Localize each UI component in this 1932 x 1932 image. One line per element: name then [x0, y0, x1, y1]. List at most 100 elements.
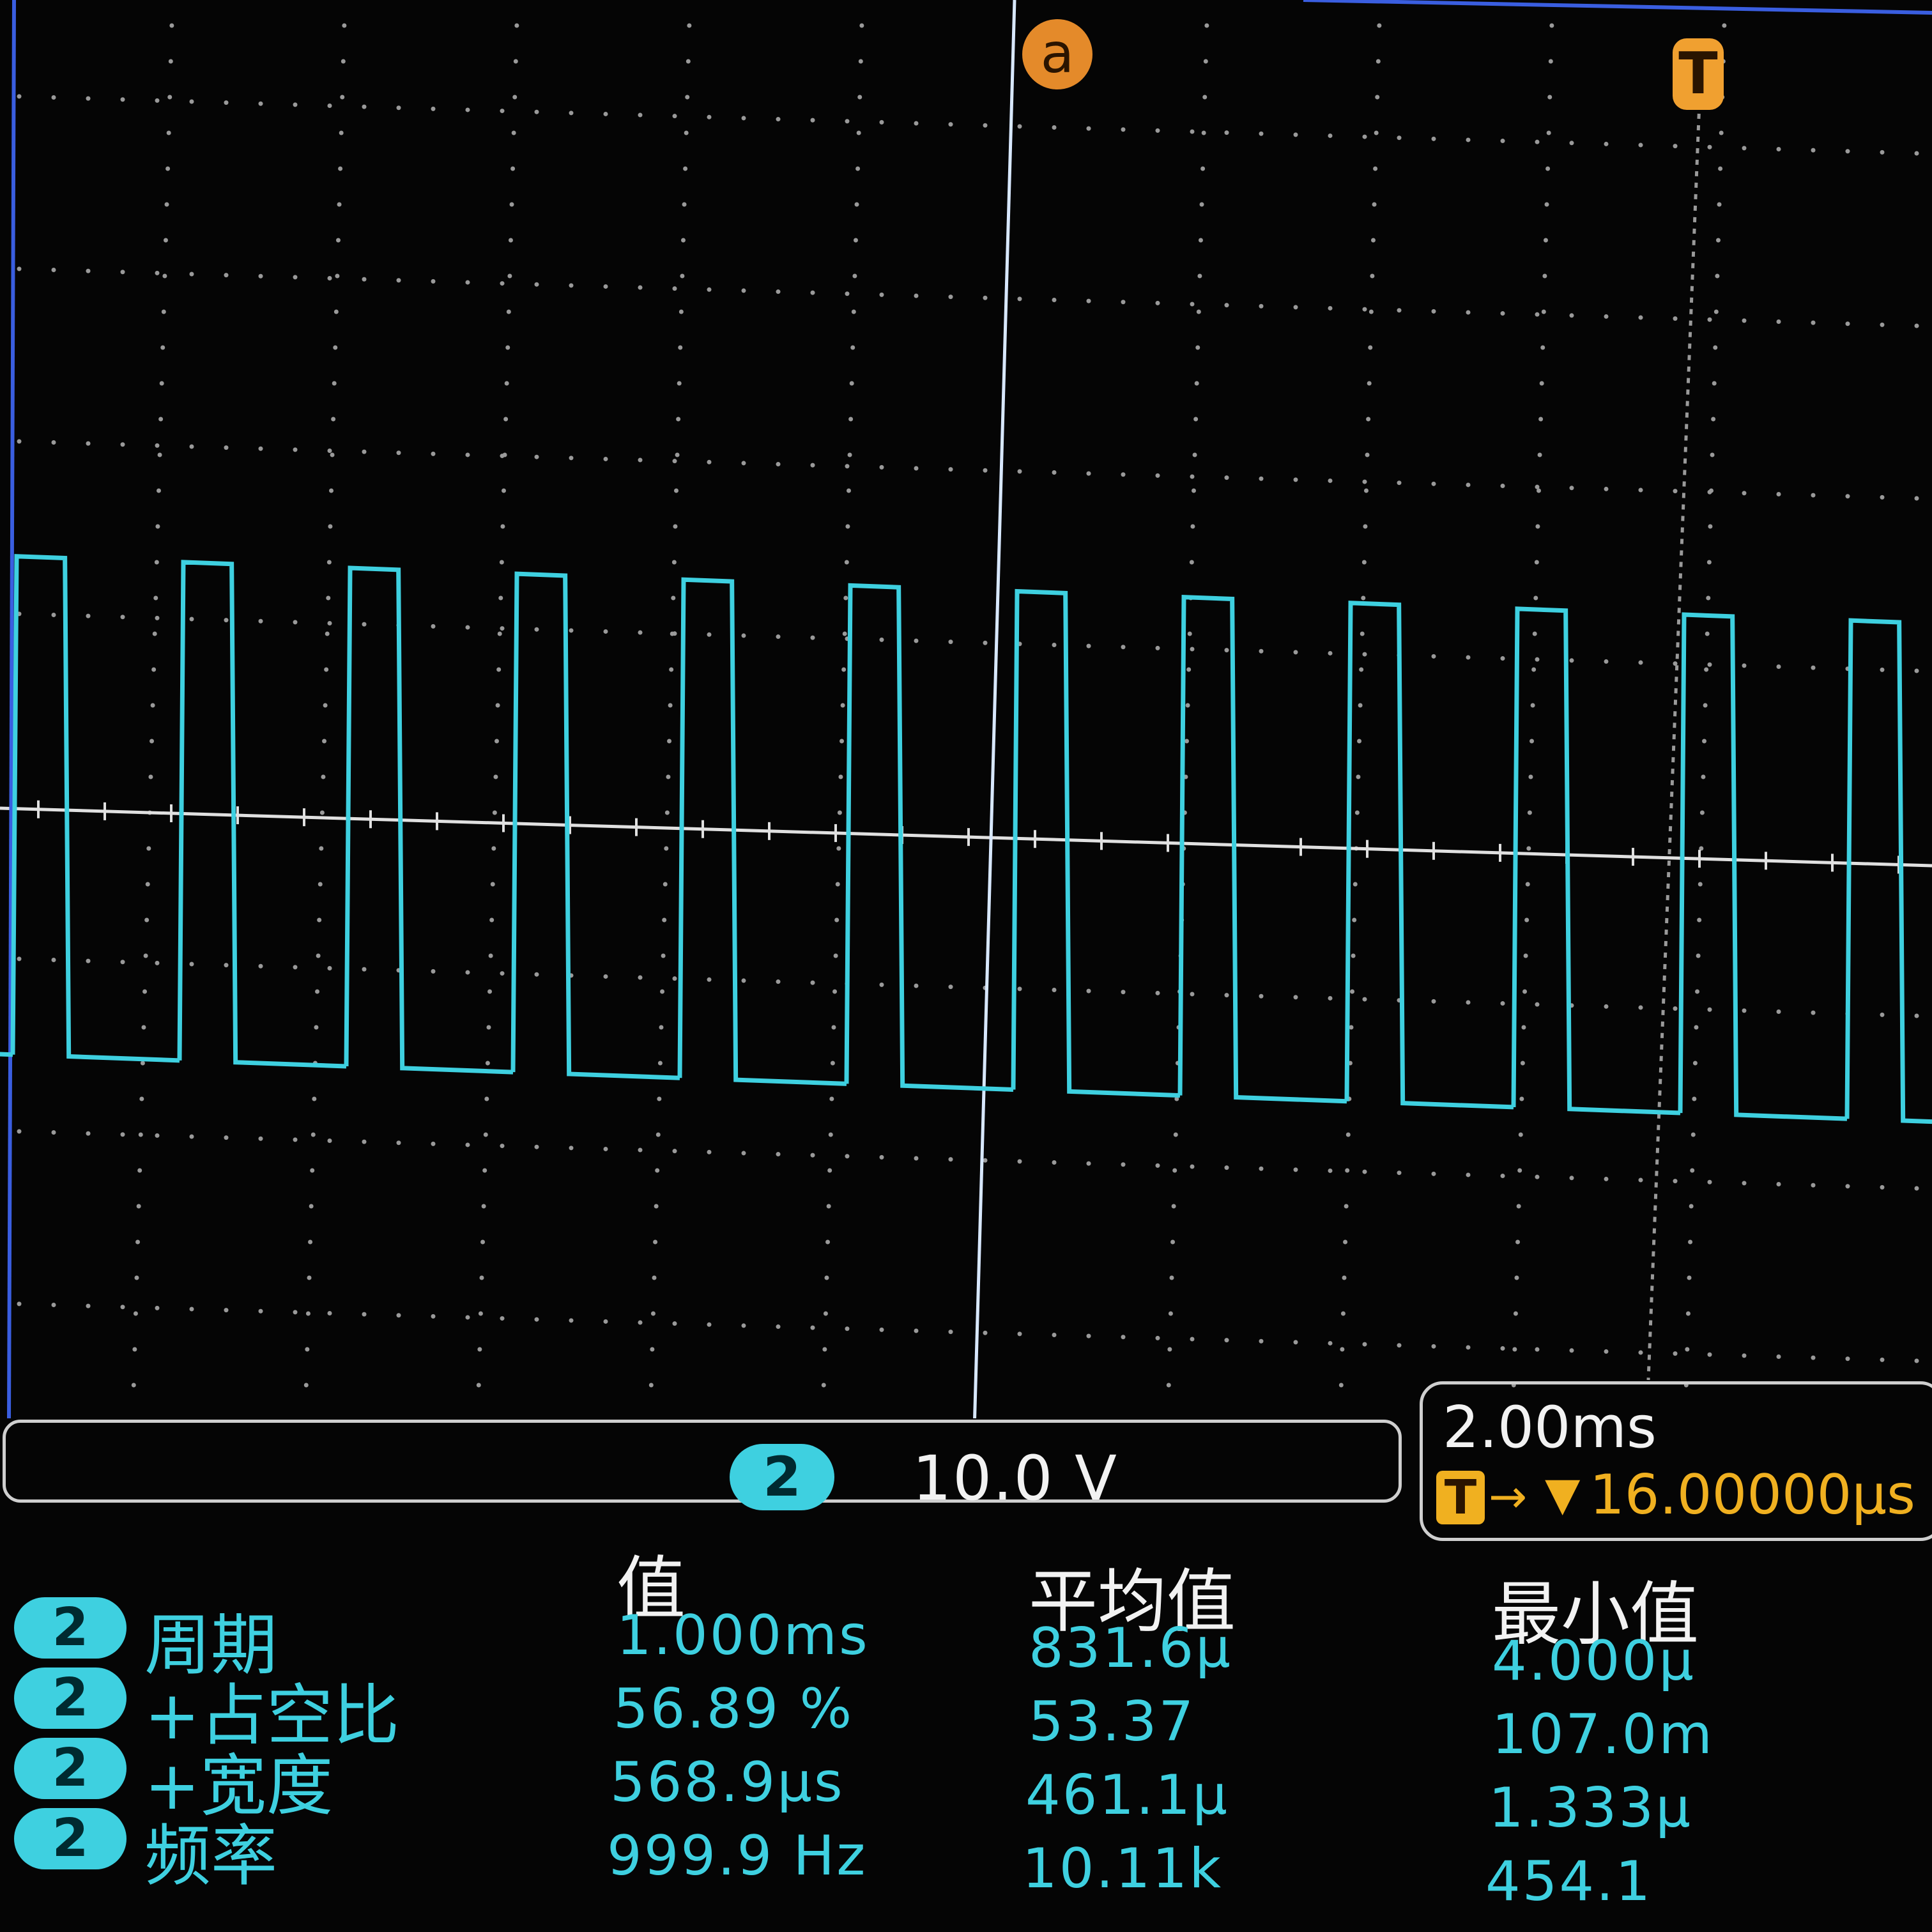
grid-dot — [484, 1096, 489, 1101]
grid-dot — [1345, 1168, 1350, 1173]
grid-dot — [828, 1132, 833, 1137]
channel-scale-box[interactable] — [3, 1420, 1402, 1503]
grid-dot — [327, 103, 332, 108]
grid-dot — [51, 1130, 56, 1135]
grid-dot — [1544, 202, 1549, 207]
grid-dot — [667, 739, 672, 744]
grid-dot — [677, 381, 682, 386]
grid-dot — [307, 1275, 312, 1280]
channel-2-trace — [0, 554, 1932, 1124]
grid-dot — [1373, 166, 1378, 171]
grid-dot — [1191, 488, 1196, 493]
grid-dot — [741, 633, 746, 638]
grid-dot — [1519, 1096, 1524, 1101]
grid-dot — [1224, 993, 1229, 998]
grid-dot — [1121, 127, 1126, 132]
cursor-a-marker[interactable]: a — [1022, 19, 1092, 89]
grid-dot — [305, 1311, 310, 1316]
grid-dot — [1703, 703, 1708, 708]
grid-dot — [849, 381, 854, 386]
grid-dot — [1713, 309, 1719, 314]
grid-dot — [776, 289, 781, 295]
grid-dot — [132, 1347, 137, 1352]
grid-dot — [1431, 999, 1436, 1004]
grid-dot — [86, 1303, 91, 1308]
grid-dot — [481, 1204, 486, 1209]
grid-dot — [293, 1137, 298, 1142]
grid-dot — [1776, 1354, 1781, 1360]
cell-mean: 461.1μ — [1025, 1763, 1229, 1827]
grid-dot — [1360, 631, 1365, 636]
grid-dot — [431, 1141, 436, 1146]
grid-dot — [879, 637, 884, 642]
grid-dot — [650, 1347, 655, 1352]
grid-dot — [1293, 650, 1298, 655]
grid-dot — [334, 309, 339, 314]
grid-dot — [638, 630, 643, 635]
grid-dot — [983, 640, 988, 645]
horizontal-center-axis — [0, 806, 1932, 868]
cell-min: 4.000μ — [1492, 1629, 1696, 1693]
cell-min: 107.0m — [1492, 1703, 1714, 1767]
grid-dot — [332, 381, 337, 386]
cursor-a-line[interactable] — [973, 0, 1016, 1418]
grid-dot — [652, 1275, 657, 1280]
grid-dot — [1362, 479, 1367, 484]
grid-dot — [1121, 300, 1126, 305]
grid-dot — [362, 622, 367, 627]
grid-dot — [707, 287, 712, 292]
grid-dot — [1880, 494, 1885, 500]
grid-dot — [1531, 667, 1537, 672]
grid-dot — [86, 96, 91, 101]
grid-dot — [362, 1139, 367, 1144]
grid-dot — [603, 1319, 608, 1324]
grid-dot — [534, 282, 539, 287]
grid-dot — [500, 971, 505, 976]
grid-dot — [1549, 23, 1554, 28]
grid-dot — [1190, 647, 1195, 652]
cell-value: 999.9 Hz — [607, 1824, 868, 1888]
grid-dot — [1259, 1338, 1264, 1344]
grid-dot — [1604, 141, 1609, 146]
grid-dot — [1569, 1348, 1574, 1353]
grid-dot — [51, 958, 56, 963]
grid-dot — [1547, 95, 1552, 100]
grid-dot — [166, 130, 171, 135]
grid-dot — [672, 631, 677, 636]
grid-dot — [1515, 1239, 1521, 1245]
grid-dot — [663, 882, 668, 887]
grid-dot — [1184, 739, 1190, 744]
grid-dot — [776, 117, 781, 122]
grid-dot — [1187, 631, 1192, 636]
grid-dot — [833, 953, 838, 958]
grid-dot — [155, 615, 160, 620]
grid-dot — [509, 202, 514, 207]
grid-dot — [86, 613, 91, 618]
trigger-position-marker[interactable]: T — [1673, 38, 1724, 110]
grid-dot — [505, 345, 510, 350]
channel-2-badge[interactable]: 2 — [730, 1444, 834, 1510]
grid-dot — [1500, 656, 1505, 661]
grid-dot — [1374, 130, 1379, 135]
grid-dot — [776, 979, 781, 985]
grid-dot — [1086, 298, 1091, 303]
grid-dot — [1776, 664, 1781, 670]
grid-dot — [1190, 1164, 1195, 1169]
grid-dot — [831, 1025, 836, 1030]
grid-dot — [879, 464, 884, 470]
grid-dot — [1431, 309, 1436, 314]
grid-dot — [489, 917, 494, 923]
grid-dot — [328, 524, 333, 529]
grid-dot — [1535, 484, 1540, 489]
grid-dot — [165, 166, 171, 171]
grid-dot — [1719, 130, 1724, 135]
grid-dot — [1742, 146, 1747, 151]
grid-dot — [224, 1308, 229, 1313]
arrow-right-icon: → — [1489, 1469, 1528, 1523]
grid-dot — [1673, 316, 1678, 321]
grid-dot — [741, 116, 746, 121]
grid-dot — [1190, 302, 1195, 307]
grid-dot — [834, 917, 839, 923]
vertical-scale-value: 10.0 V — [912, 1443, 1118, 1514]
grid-dot — [143, 953, 148, 958]
